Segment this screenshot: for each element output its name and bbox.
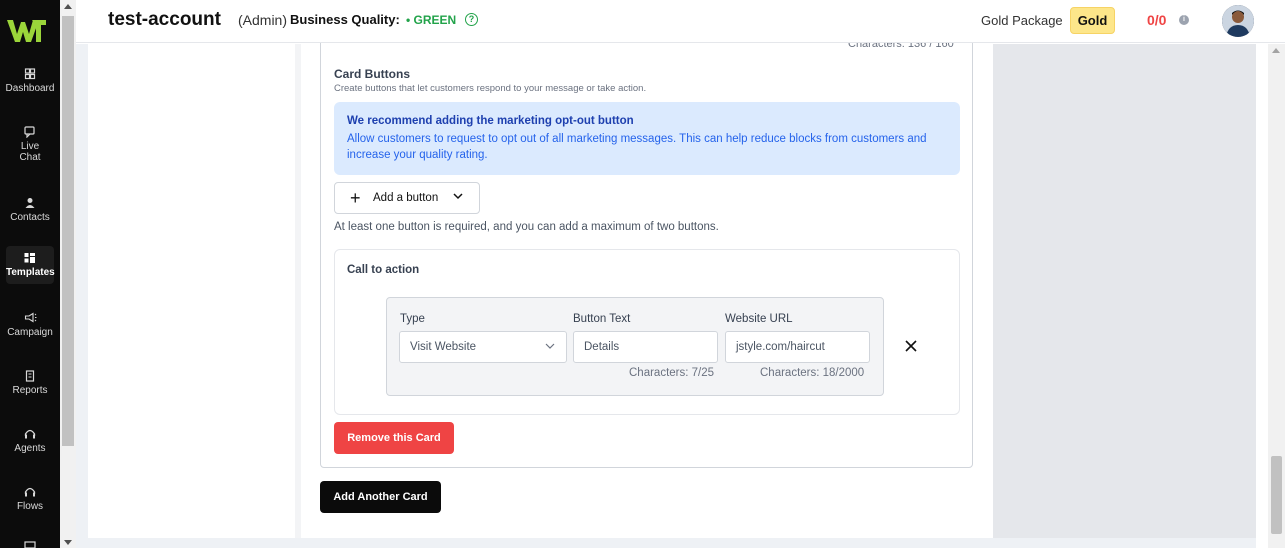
chevron-down-icon[interactable] <box>545 342 555 350</box>
role-label: (Admin) <box>238 12 288 28</box>
chat-icon <box>24 126 35 138</box>
recommendation-body: Allow customers to request to opt out of… <box>347 133 927 161</box>
user-icon <box>25 198 35 208</box>
sidebar-item-label: Reports <box>12 385 48 396</box>
chevron-down-icon <box>453 193 463 200</box>
card-buttons-description: Create buttons that let customers respon… <box>334 83 647 94</box>
business-quality-label: Business Quality: <box>290 12 400 27</box>
sidebar: Dashboard Live Chat Contacts Templates C… <box>0 0 60 548</box>
right-scrollbar-thumb[interactable] <box>1271 456 1282 534</box>
button-text-label: Button Text <box>573 313 631 325</box>
scroll-down-arrow-icon[interactable] <box>64 540 72 545</box>
package-badge: Gold <box>1070 7 1115 34</box>
sidebar-item-label: Live Chat <box>19 141 41 163</box>
call-to-action-title: Call to action <box>347 264 420 276</box>
card-buttons-title: Card Buttons <box>334 67 410 81</box>
add-another-card-button[interactable]: Add Another Card <box>320 481 441 513</box>
sidebar-item-label: Flows <box>16 501 44 512</box>
sidebar-item-reports[interactable]: Reports <box>0 370 60 396</box>
left-scrollbar-thumb[interactable] <box>62 16 74 446</box>
type-select[interactable]: Visit Website <box>399 331 567 363</box>
megaphone-icon <box>24 312 37 323</box>
button-text-input[interactable]: Details <box>573 331 718 363</box>
website-url-input[interactable]: jstyle.com/haircut <box>725 331 870 363</box>
sidebar-item-live-chat[interactable]: Live Chat <box>0 126 60 163</box>
report-icon <box>25 370 35 382</box>
sidebar-item-label: Dashboard <box>5 83 55 94</box>
sidebar-item-dashboard[interactable]: Dashboard <box>0 68 60 94</box>
add-button-label: Add a button <box>373 192 439 204</box>
info-icon[interactable]: i <box>1179 15 1189 25</box>
templates-icon <box>24 253 35 263</box>
sidebar-item-label: Agents <box>14 443 46 454</box>
recommendation-title: We recommend adding the marketing opt-ou… <box>347 115 634 127</box>
website-url-char-count: Characters: 18/2000 <box>760 367 865 379</box>
sidebar-item-campaign[interactable]: Campaign <box>0 312 60 338</box>
scroll-up-arrow-icon[interactable] <box>1272 48 1280 53</box>
top-header: test-account (Admin) Business Quality: •… <box>76 0 1285 43</box>
website-url-label: Website URL <box>725 313 793 325</box>
add-button-dropdown[interactable]: + Add a button <box>334 182 480 214</box>
plus-icon: + <box>350 188 361 208</box>
sidebar-item-label: Contacts <box>10 212 50 223</box>
page-background-bottom <box>76 538 1256 548</box>
headset-icon <box>24 429 36 439</box>
type-label: Type <box>400 313 425 325</box>
sidebar-item-label: Templates <box>6 267 55 278</box>
sidebar-item-contacts[interactable]: Contacts <box>0 197 60 223</box>
sidebar-item-agents[interactable]: Agents <box>0 428 60 454</box>
remove-card-button[interactable]: Remove this Card <box>334 422 454 454</box>
more-nav-icon <box>24 541 36 548</box>
close-icon[interactable] <box>904 339 918 353</box>
website-url-value: jstyle.com/haircut <box>736 341 825 353</box>
sidebar-item-templates[interactable]: Templates <box>6 246 55 284</box>
scroll-up-arrow-icon[interactable] <box>64 4 72 9</box>
flow-icon <box>24 487 36 497</box>
quota-count: 0/0 <box>1147 12 1167 28</box>
sidebar-item-flows[interactable]: Flows <box>0 486 60 512</box>
question-circle-icon[interactable]: ? <box>465 13 478 26</box>
button-text-value: Details <box>584 341 620 353</box>
preview-area <box>993 44 1256 548</box>
panel-divider <box>295 44 301 538</box>
page-background <box>76 44 88 548</box>
account-name: test-account <box>108 9 221 30</box>
avatar[interactable] <box>1222 5 1254 37</box>
sidebar-item-label: Campaign <box>7 327 53 338</box>
business-quality-value: • GREEN <box>406 13 457 27</box>
grid-icon <box>24 68 36 80</box>
logo-icon[interactable] <box>6 16 46 46</box>
avatar-image <box>1222 5 1254 37</box>
button-requirement-note: At least one button is required, and you… <box>334 221 719 233</box>
button-text-char-count: Characters: 7/25 <box>629 367 715 379</box>
package-label: Gold Package <box>981 13 1063 28</box>
type-select-value: Visit Website <box>410 341 477 353</box>
